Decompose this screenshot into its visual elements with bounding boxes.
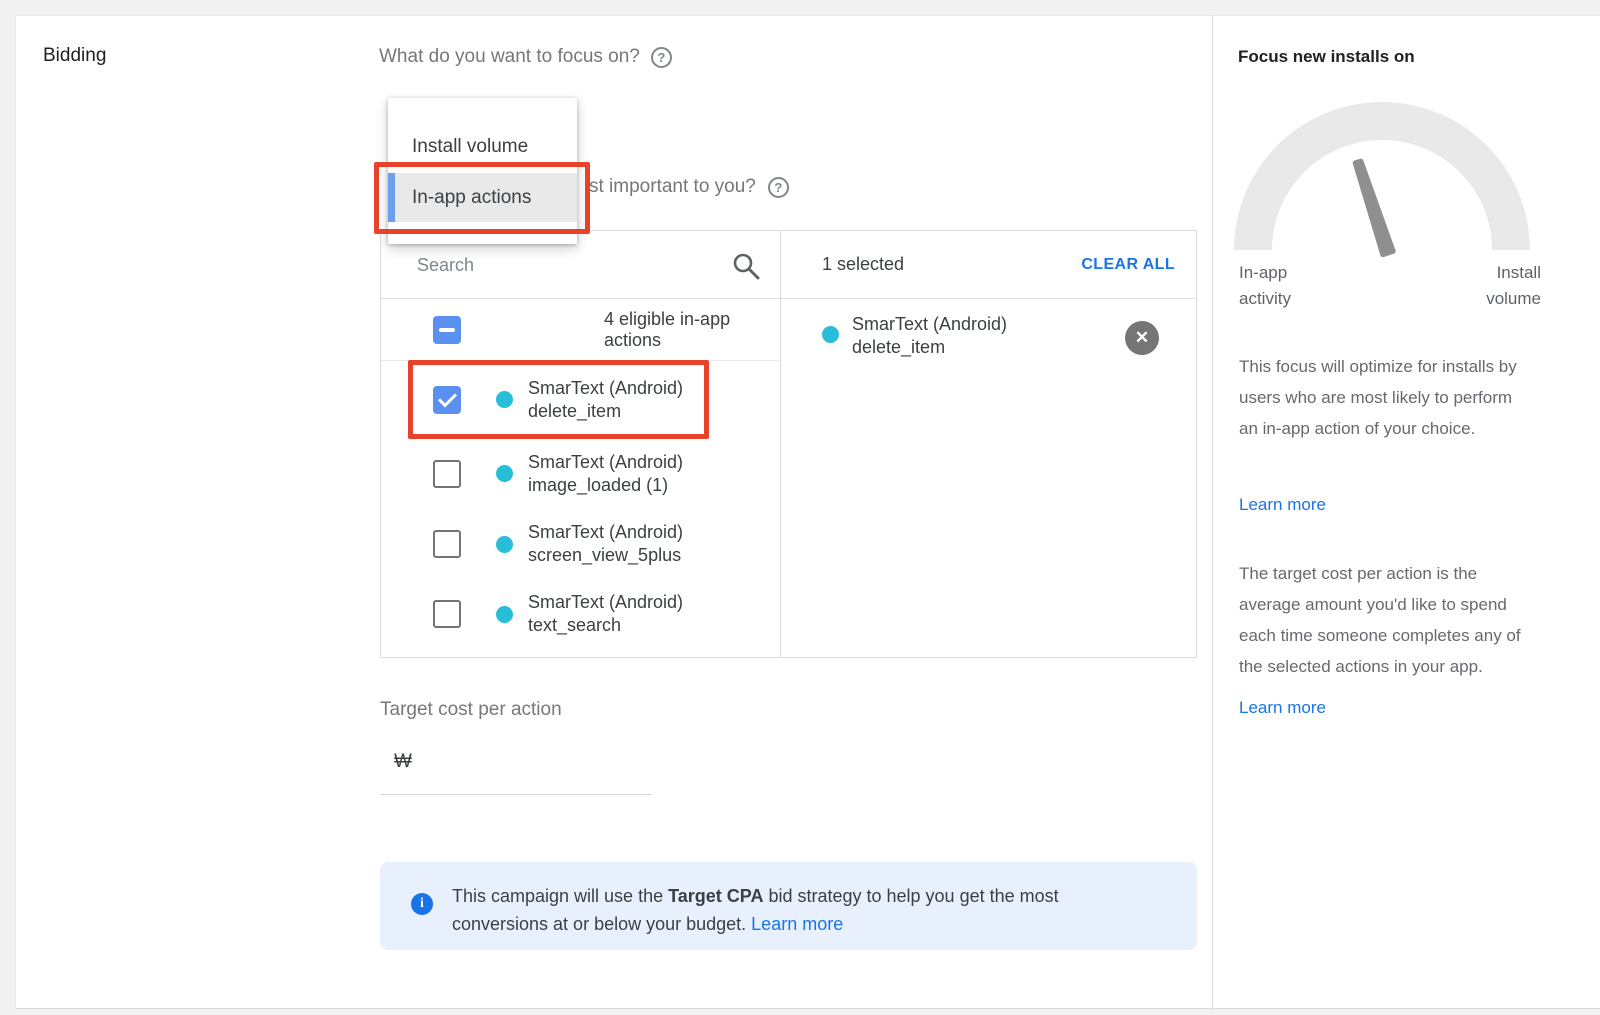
action-checkbox[interactable] — [433, 600, 461, 628]
bidding-settings-page: Bidding What do you want to focus on? ? … — [0, 0, 1600, 1015]
action-name: delete_item — [528, 400, 683, 423]
help-icon[interactable]: ? — [768, 177, 789, 198]
dropdown-option-in-app-actions[interactable]: In-app actions — [388, 173, 577, 222]
section-title: Bidding — [43, 45, 106, 67]
action-row[interactable]: SmarText (Android) delete_item — [381, 361, 780, 438]
gauge-label-install-volume: Install volume — [1441, 260, 1541, 312]
remove-button[interactable]: ✕ — [1125, 321, 1159, 355]
info-text-bold: Target CPA — [668, 886, 763, 906]
learn-more-link[interactable]: Learn more — [751, 914, 843, 934]
info-text-part: This campaign will use the — [452, 886, 668, 906]
dropdown-option-install-volume[interactable]: Install volume — [388, 122, 577, 172]
action-dot-icon — [496, 536, 513, 553]
picker-available-panel: 4 eligible in-app actions SmarText (Andr… — [381, 231, 780, 657]
target-cost-label: Target cost per action — [380, 699, 562, 721]
selected-item-action: delete_item — [852, 336, 1007, 359]
sidebar-paragraph-focus: This focus will optimize for installs by… — [1239, 351, 1533, 444]
gauge-label-line: activity — [1239, 286, 1291, 312]
gauge-needle — [1355, 161, 1393, 255]
info-icon: i — [411, 893, 433, 915]
info-text-part: conversions at or below your budget. — [452, 914, 751, 934]
action-dot-icon — [496, 391, 513, 408]
selected-header: 1 selected CLEAR ALL — [781, 231, 1197, 299]
select-all-checkbox[interactable] — [433, 316, 461, 344]
learn-more-link[interactable]: Learn more — [1239, 495, 1326, 515]
action-row[interactable]: SmarText (Android) text_search — [381, 579, 780, 649]
select-all-row[interactable]: 4 eligible in-app actions — [381, 299, 780, 361]
actions-question-fragment-text: st important to you? — [589, 176, 756, 198]
action-name: text_search — [528, 614, 683, 637]
group-label: 4 eligible in-app actions — [604, 309, 780, 351]
picker-selected-panel: 1 selected CLEAR ALL SmarText (Android) … — [780, 231, 1197, 657]
focus-dropdown: Install volume In-app actions — [388, 98, 577, 244]
in-app-action-picker: 4 eligible in-app actions SmarText (Andr… — [380, 230, 1197, 658]
gauge-label-line: volume — [1441, 286, 1541, 312]
action-row[interactable]: SmarText (Android) screen_view_5plus — [381, 509, 780, 579]
action-app: SmarText (Android) — [528, 521, 683, 544]
help-icon[interactable]: ? — [651, 47, 672, 68]
gauge-label-line: Install — [1441, 260, 1541, 286]
selected-item-app: SmarText (Android) — [852, 313, 1007, 336]
info-text-part: bid strategy to help you get the most — [763, 886, 1058, 906]
action-dot-icon — [822, 326, 839, 343]
action-label: SmarText (Android) image_loaded (1) — [528, 451, 683, 497]
action-checkbox[interactable] — [433, 460, 461, 488]
action-label: SmarText (Android) screen_view_5plus — [528, 521, 683, 567]
focus-question: What do you want to focus on? ? — [379, 46, 672, 68]
info-banner: i This campaign will use the Target CPA … — [380, 862, 1197, 950]
target-cost-field: ₩ — [380, 738, 652, 795]
action-label: SmarText (Android) text_search — [528, 591, 683, 637]
action-checkbox[interactable] — [433, 386, 461, 414]
selected-count: 1 selected — [822, 254, 904, 275]
selected-item-label: SmarText (Android) delete_item — [852, 313, 1007, 359]
action-app: SmarText (Android) — [528, 451, 683, 474]
search-input[interactable] — [417, 249, 717, 281]
action-name: image_loaded (1) — [528, 474, 683, 497]
action-app: SmarText (Android) — [528, 377, 683, 400]
action-app: SmarText (Android) — [528, 591, 683, 614]
target-cpa-input[interactable] — [422, 748, 642, 780]
search-icon — [731, 251, 761, 281]
learn-more-link[interactable]: Learn more — [1239, 698, 1326, 718]
sidebar-paragraph-target-cpa: The target cost per action is the averag… — [1239, 558, 1533, 682]
sidebar-title: Focus new installs on — [1238, 47, 1415, 67]
action-row[interactable]: SmarText (Android) image_loaded (1) — [381, 438, 780, 509]
remove-icon: ✕ — [1135, 328, 1149, 348]
focus-gauge — [1234, 97, 1530, 257]
action-dot-icon — [496, 606, 513, 623]
gauge-label-line: In-app — [1239, 260, 1291, 286]
action-name: screen_view_5plus — [528, 544, 683, 567]
clear-all-button[interactable]: CLEAR ALL — [1081, 256, 1175, 274]
sidebar-divider — [1212, 15, 1213, 1010]
focus-question-label: What do you want to focus on? — [379, 46, 640, 68]
action-checkbox[interactable] — [433, 530, 461, 558]
info-icon-glyph: i — [420, 896, 424, 912]
gauge-label-in-app-activity: In-app activity — [1239, 260, 1291, 312]
actions-question-fragment: st important to you? ? — [589, 176, 789, 198]
action-label: SmarText (Android) delete_item — [528, 377, 683, 423]
currency-symbol: ₩ — [394, 751, 412, 773]
info-banner-text: This campaign will use the Target CPA bi… — [452, 882, 1059, 938]
action-dot-icon — [496, 465, 513, 482]
